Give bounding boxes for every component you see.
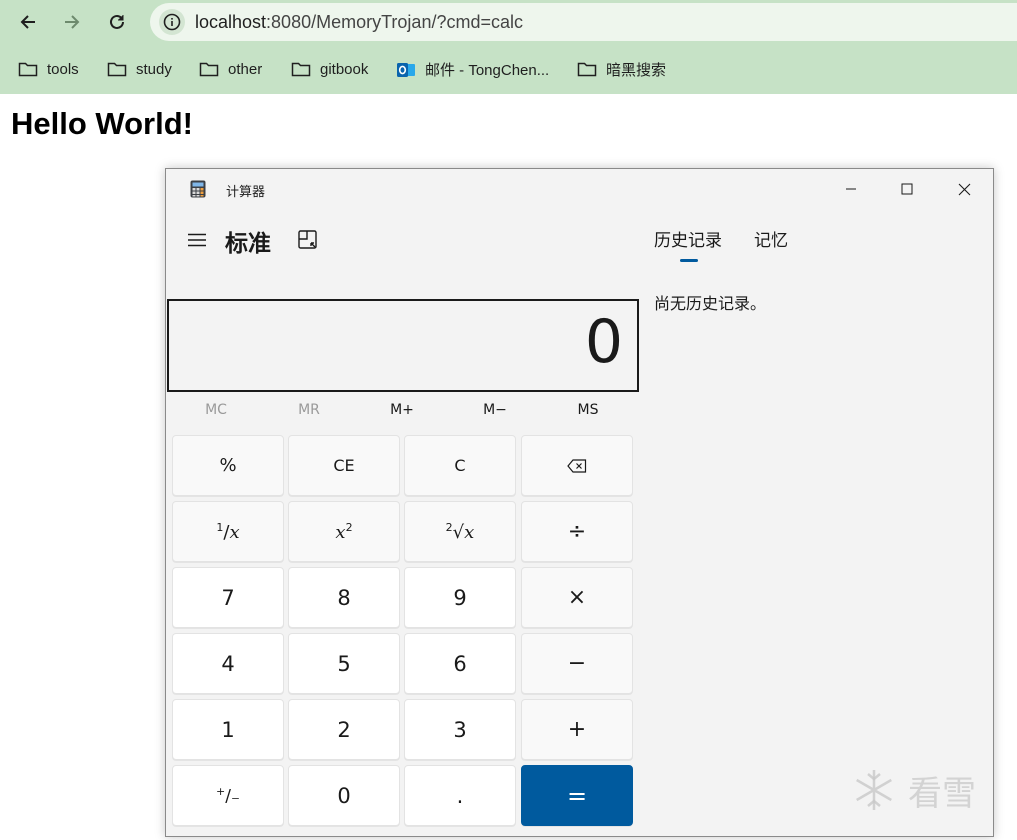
folder-icon [18,61,38,77]
tab-history[interactable]: 历史记录 [654,226,722,251]
square-root-symbol: 2√x [445,520,475,543]
url-host: localhost [195,11,267,32]
folder-icon [107,61,127,77]
tab-memory[interactable]: 记忆 [754,226,788,251]
memory-clear-button[interactable]: MC [170,402,262,418]
back-button[interactable] [12,6,44,38]
calculator-window: 计算器 标准 历史记录 记忆 尚无历史记录。 0 MC MR M+ M− MS … [165,168,994,837]
keep-on-top-button[interactable] [297,229,319,251]
info-icon [163,13,181,31]
close-button[interactable] [941,173,987,205]
clear-entry-button[interactable]: CE [288,435,400,496]
maximize-button[interactable] [884,173,930,205]
bookmark-label: gitbook [320,60,369,78]
history-empty-message: 尚无历史记录。 [654,294,767,313]
url-path: :8080/MemoryTrojan/?cmd=calc [266,11,523,32]
equals-button[interactable]: = [521,765,633,826]
memory-store-button[interactable]: MS [542,402,634,418]
minimize-icon [846,188,856,190]
folder-icon [291,61,311,77]
bookmark-darksearch[interactable]: 暗黑搜索 [577,54,666,84]
forward-button[interactable] [56,6,88,38]
bookmark-other[interactable]: other [199,54,262,84]
hamburger-icon [188,233,206,247]
folder-icon [199,61,219,77]
maximize-icon [901,183,913,195]
window-titlebar[interactable]: 计算器 [166,169,993,209]
digit-5-button[interactable]: 5 [288,633,400,694]
page-heading: Hello World! [11,106,193,141]
backspace-icon [567,458,587,473]
watermark-text: 看雪 [908,773,976,814]
reload-button[interactable] [101,6,133,38]
bookmarks-bar: tools study other gitbook 邮件 - TongChen.… [0,54,1017,84]
arrow-right-icon [65,15,80,29]
bookmark-mail[interactable]: 邮件 - TongChen... [396,54,549,84]
digit-2-button[interactable]: 2 [288,699,400,760]
bookmark-label: 暗黑搜索 [606,61,667,79]
address-bar[interactable]: localhost:8080/MemoryTrojan/?cmd=calc [150,3,1017,41]
folder-icon [577,61,597,77]
bookmark-study[interactable]: study [107,54,172,84]
square-button[interactable]: x2 [288,501,400,562]
reciprocal-button[interactable]: 1/x [172,501,284,562]
backspace-button[interactable] [521,435,633,496]
close-icon [958,183,970,195]
digit-4-button[interactable]: 4 [172,633,284,694]
digit-6-button[interactable]: 6 [404,633,516,694]
memory-recall-button[interactable]: MR [263,402,355,418]
subtract-button[interactable]: − [521,633,633,694]
active-tab-indicator [680,259,698,262]
negate-button[interactable]: +/₋ [172,765,284,826]
digit-8-button[interactable]: 8 [288,567,400,628]
navigation-menu-button[interactable] [184,229,210,251]
mode-title: 标准 [225,231,271,257]
memory-add-button[interactable]: M+ [356,402,448,418]
digit-1-button[interactable]: 1 [172,699,284,760]
square-root-button[interactable]: 2√x [404,501,516,562]
url-text[interactable]: localhost:8080/MemoryTrojan/?cmd=calc [195,12,523,33]
keep-on-top-icon [298,230,317,249]
browser-toolbar: localhost:8080/MemoryTrojan/?cmd=calc to… [0,0,1017,94]
memory-subtract-button[interactable]: M− [449,402,541,418]
snowflake-icon [856,770,892,810]
display-value: 0 [584,307,623,377]
bookmark-label: 邮件 - TongChen... [425,61,550,79]
clear-button[interactable]: C [404,435,516,496]
digit-7-button[interactable]: 7 [172,567,284,628]
percent-button[interactable]: % [172,435,284,496]
minimize-button[interactable] [828,173,874,205]
negate-symbol: +/₋ [216,784,240,807]
bookmark-tools[interactable]: tools [18,54,79,84]
digit-9-button[interactable]: 9 [404,567,516,628]
window-title: 计算器 [226,185,266,200]
square-symbol: x2 [335,520,353,543]
digit-3-button[interactable]: 3 [404,699,516,760]
bookmark-label: other [228,60,263,78]
bookmark-label: study [136,60,172,78]
reciprocal-symbol: 1/x [216,520,240,543]
calculator-app-icon [190,180,206,198]
bookmark-gitbook[interactable]: gitbook [291,54,368,84]
multiply-button[interactable]: × [521,567,633,628]
watermark: 看雪 [852,762,1002,818]
calculator-display: 0 [167,299,639,392]
bookmark-label: tools [47,60,79,78]
outlook-icon [396,61,416,77]
arrow-left-icon [20,15,35,29]
reload-icon [110,14,124,29]
add-button[interactable]: + [521,699,633,760]
site-info-button[interactable] [159,9,185,35]
divide-button[interactable]: ÷ [521,501,633,562]
digit-0-button[interactable]: 0 [288,765,400,826]
decimal-button[interactable]: . [404,765,516,826]
